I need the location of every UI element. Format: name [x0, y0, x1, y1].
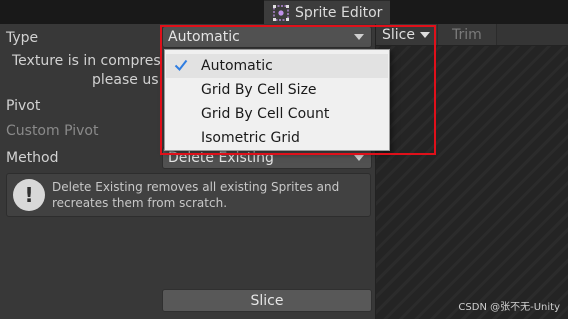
custom-pivot-label: Custom Pivot — [6, 123, 99, 139]
chevron-down-icon — [419, 31, 430, 38]
pivot-label: Pivot — [6, 98, 41, 114]
method-value: Delete Existing — [168, 150, 274, 166]
dropdown-option-grid-by-cell-size[interactable]: Grid By Cell Size — [166, 78, 388, 102]
slice-button-label: Slice — [250, 292, 284, 309]
editor-toolbar: Slice Trim — [376, 24, 568, 46]
dropdown-option-grid-by-cell-count[interactable]: Grid By Cell Count — [166, 102, 388, 126]
option-label: Grid By Cell Count — [201, 106, 330, 122]
dropdown-option-isometric-grid[interactable]: Isometric Grid — [166, 126, 388, 150]
texture-note-line2: please us — [92, 72, 159, 88]
exclamation-icon: ! — [13, 179, 45, 211]
help-box: ! Delete Existing removes all existing S… — [6, 173, 371, 217]
help-text: Delete Existing removes all existing Spr… — [52, 180, 340, 210]
toolbar-spacer — [496, 24, 568, 45]
check-icon — [174, 59, 188, 72]
sprite-canvas[interactable]: CSDN @张不无-Unity — [376, 46, 568, 319]
slice-menu-label: Slice — [382, 26, 415, 43]
tab-title: Sprite Editor — [295, 4, 383, 21]
type-dropdown-menu: Automatic Grid By Cell Size Grid By Cell… — [164, 49, 390, 151]
texture-note-line1: Texture is in compres — [12, 53, 161, 69]
chevron-down-icon — [354, 34, 364, 40]
type-label: Type — [6, 30, 39, 46]
option-label: Isometric Grid — [201, 130, 300, 146]
watermark: CSDN @张不无-Unity — [458, 302, 560, 313]
type-dropdown[interactable]: Automatic — [162, 26, 372, 48]
slice-menu-button[interactable]: Slice — [376, 24, 438, 45]
type-value: Automatic — [168, 29, 240, 45]
method-label: Method — [6, 150, 59, 166]
dropdown-option-automatic[interactable]: Automatic — [166, 54, 388, 78]
sprite-editor-icon — [272, 4, 290, 22]
trim-label: Trim — [451, 26, 482, 43]
sprite-editor-tab[interactable]: Sprite Editor — [264, 0, 390, 24]
chevron-down-icon — [354, 155, 364, 161]
option-label: Automatic — [201, 58, 273, 74]
slice-button[interactable]: Slice — [162, 289, 372, 312]
trim-button[interactable]: Trim — [438, 24, 497, 45]
option-label: Grid By Cell Size — [201, 82, 317, 98]
